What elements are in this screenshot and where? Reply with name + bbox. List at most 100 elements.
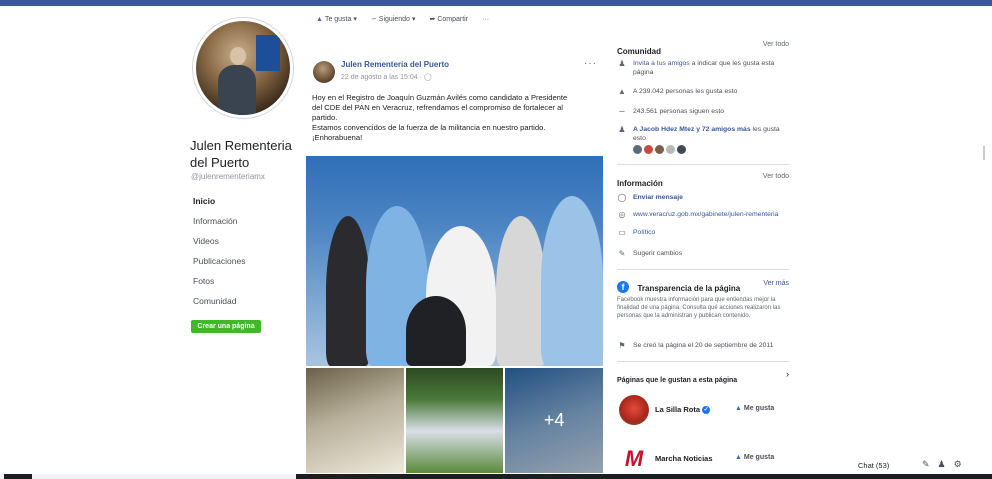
share-button[interactable]: ➦ Compartir: [429, 15, 469, 24]
friend-avatar[interactable]: [644, 145, 653, 154]
post-body-text: Hoy en el Registro de Joaquín Guzmán Avi…: [312, 93, 602, 143]
more-actions-button[interactable]: ···: [482, 16, 489, 23]
chevron-down-icon: ▾: [353, 16, 357, 23]
left-nav: Inicio Información Videos Publicaciones …: [193, 196, 293, 316]
la-silla-rota-logo: [619, 395, 649, 425]
liked-pages-header[interactable]: Páginas que le gustan a esta página ›: [617, 369, 789, 384]
transparency-header: f Transparencia de la página Ver más: [617, 278, 789, 293]
friends-avatars[interactable]: [633, 145, 686, 154]
page-created-text: Se creó la página el 20 de septiembre de…: [633, 342, 774, 349]
post-text-line: ¡Enhorabuena!: [312, 133, 363, 142]
post-options-button[interactable]: ···: [584, 58, 597, 69]
liked-pages-title: Páginas que le gustan a esta página: [617, 377, 738, 384]
post-photo-thumb[interactable]: [306, 368, 404, 473]
flag-shape: [256, 35, 280, 71]
flag-icon: ⚑: [618, 341, 626, 350]
add-people-icon[interactable]: ♟: [938, 459, 946, 470]
like-page-button[interactable]: ▲ Te gusta ▾: [316, 15, 357, 24]
category-link[interactable]: Político: [633, 228, 655, 237]
transparency-see-more-link[interactable]: Ver más: [763, 280, 789, 287]
chevron-right-icon[interactable]: ›: [786, 369, 789, 379]
pencil-icon: ✎: [618, 249, 626, 258]
following-label: Siguiendo: [378, 15, 410, 23]
community-header: Comunidad Ver todo: [617, 41, 789, 56]
send-message-row[interactable]: ◯ Enviar mensaje: [617, 193, 789, 202]
liked-page-item[interactable]: La Silla Rota ✓ ▲ Me gusta: [617, 395, 789, 425]
page-title: Julen Rementeria del Puerto: [190, 138, 292, 170]
page-handle: @julenrementeriamx: [191, 172, 265, 181]
nav-item-videos[interactable]: Videos: [193, 236, 293, 256]
follows-count-text: 243.561 personas siguen esto: [633, 108, 725, 115]
verified-icon: ✓: [702, 406, 711, 415]
nav-item-comunidad[interactable]: Comunidad: [193, 296, 293, 316]
globe-icon: ◯: [423, 74, 432, 81]
friends-like-row: ♟ A Jacob Hdez Mtez y 72 amigos más les …: [617, 125, 789, 143]
figure-head: [230, 47, 246, 65]
suggest-edits-row[interactable]: ✎ Sugerir cambios: [617, 249, 789, 258]
nav-item-publicaciones[interactable]: Publicaciones: [193, 256, 293, 276]
post-text-line: Hoy en el Registro de Joaquín Guzmán Avi…: [312, 93, 568, 102]
chevron-down-icon: ▾: [411, 16, 416, 23]
community-see-all-link[interactable]: Ver todo: [763, 41, 789, 48]
nav-item-inicio[interactable]: Inicio: [193, 196, 293, 216]
friend-avatar[interactable]: [666, 145, 675, 154]
more-photos-count[interactable]: +4: [505, 368, 604, 473]
info-see-all-link[interactable]: Ver todo: [763, 173, 789, 180]
people-icon: ♟: [618, 59, 626, 68]
community-title: Comunidad: [617, 47, 661, 56]
liked-page-name[interactable]: Marcha Noticias: [655, 454, 713, 463]
post-author-name[interactable]: Julen Rementeria del Puerto: [341, 60, 449, 69]
profile-picture[interactable]: [193, 18, 293, 118]
post-main-photo[interactable]: [306, 156, 603, 366]
liked-page-like-button[interactable]: ▲ Me gusta: [735, 454, 774, 461]
create-page-button[interactable]: Crear una página: [191, 320, 261, 333]
nav-item-informacion[interactable]: Información: [193, 216, 293, 236]
nav-item-fotos[interactable]: Fotos: [193, 276, 293, 296]
share-label: Compartir: [437, 15, 469, 23]
post-card: Julen Rementeria del Puerto 22 de agosto…: [306, 52, 604, 473]
like-button-label: Me gusta: [743, 405, 775, 412]
suggest-edits-link[interactable]: Sugerir cambios: [633, 249, 682, 258]
liked-page-like-button[interactable]: ▲ Me gusta: [735, 405, 774, 412]
liked-page-item[interactable]: M Marcha Noticias ▲ Me gusta: [617, 444, 789, 474]
transparency-title: Transparencia de la página: [637, 284, 741, 293]
like-button-label: Me gusta: [743, 454, 775, 461]
camera-shape: [406, 296, 466, 366]
friends-like-link[interactable]: A Jacob Hdez Mtez y 72 amigos más: [633, 126, 751, 133]
person-shape: [541, 196, 603, 366]
website-row: ◎ www.veracruz.gob.mx/gabinete/julen-rem…: [617, 210, 789, 219]
chat-open-button[interactable]: Chat (53): [858, 461, 889, 470]
more-icon: ···: [482, 15, 490, 23]
figure-body: [218, 65, 256, 115]
liked-page-name-text: La Silla Rota: [655, 405, 701, 414]
friend-avatar[interactable]: [655, 145, 664, 154]
gear-icon[interactable]: ⚙: [954, 459, 962, 470]
post-text-line: partido.: [312, 113, 338, 122]
info-header: Información Ver todo: [617, 173, 789, 188]
transparency-description: Facebook muestra información para que en…: [617, 296, 789, 320]
post-date-text: 22 de agosto a las 15:04 ·: [341, 74, 422, 81]
invite-friends-link[interactable]: Invita a tus amigos: [633, 60, 690, 67]
follows-count-row: ∽ 243.561 personas siguen esto: [617, 107, 789, 116]
post-author-avatar[interactable]: [313, 61, 335, 83]
liked-page-name[interactable]: La Silla Rota ✓: [655, 405, 711, 415]
post-text-line: Estamos convencidos de la fuerza de la m…: [312, 123, 546, 132]
section-divider: [617, 269, 789, 270]
page-created-row: ⚑ Se creó la página el 20 de septiembre …: [617, 341, 789, 350]
category-row: ▭ Político: [617, 228, 789, 237]
rss-icon: ∽: [618, 107, 626, 116]
scrollbar-thumb[interactable]: [983, 146, 985, 160]
rss-icon: ∽: [370, 16, 377, 23]
post-photo-thumb[interactable]: +4: [505, 368, 604, 473]
compose-icon[interactable]: ✎: [922, 459, 930, 470]
send-message-link[interactable]: Enviar mensaje: [633, 193, 683, 202]
invite-text: Invita a tus amigos a indicar que les gu…: [633, 59, 789, 77]
post-timestamp[interactable]: 22 de agosto a las 15:04 · ◯: [341, 73, 432, 81]
friend-avatar[interactable]: [677, 145, 686, 154]
thumbs-up-icon: ▲: [618, 87, 626, 96]
transparency-description-text: Facebook muestra información para que en…: [617, 297, 781, 319]
friend-avatar[interactable]: [633, 145, 642, 154]
following-button[interactable]: ∽ Siguiendo ▾: [370, 15, 416, 24]
website-link[interactable]: www.veracruz.gob.mx/gabinete/julen-remen…: [633, 210, 778, 219]
post-photo-thumb[interactable]: [405, 368, 504, 473]
